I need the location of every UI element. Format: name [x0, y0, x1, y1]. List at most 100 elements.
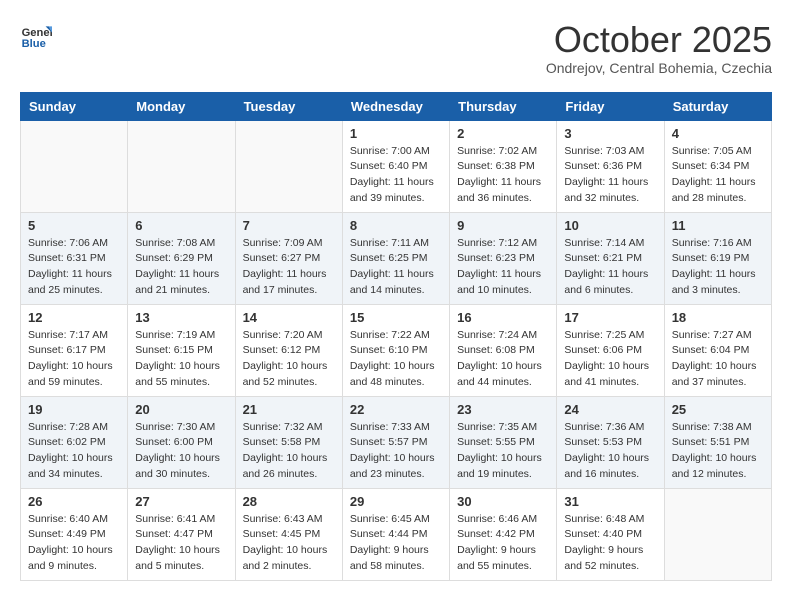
- calendar-cell: [235, 120, 342, 212]
- calendar-cell: 25 Sunrise: 7:38 AMSunset: 5:51 PMDayligh…: [664, 396, 771, 488]
- day-info: Sunrise: 7:08 AMSunset: 6:29 PMDaylight:…: [135, 236, 227, 299]
- calendar-cell: 12 Sunrise: 7:17 AMSunset: 6:17 PMDayligh…: [21, 304, 128, 396]
- day-number: 24: [564, 402, 656, 417]
- calendar-cell: 5 Sunrise: 7:06 AMSunset: 6:31 PMDaylight…: [21, 212, 128, 304]
- calendar-cell: 21 Sunrise: 7:32 AMSunset: 5:58 PMDayligh…: [235, 396, 342, 488]
- calendar-cell: 30 Sunrise: 6:46 AMSunset: 4:42 PMDayligh…: [450, 488, 557, 580]
- day-info: Sunrise: 7:11 AMSunset: 6:25 PMDaylight:…: [350, 236, 442, 299]
- calendar-cell: 14Sunrise: 7:20 AMSunset: 6:12 PMDayligh…: [235, 304, 342, 396]
- week-row-4: 19 Sunrise: 7:28 AMSunset: 6:02 PMDayligh…: [21, 396, 772, 488]
- calendar-table: SundayMondayTuesdayWednesdayThursdayFrid…: [20, 92, 772, 581]
- calendar-cell: 4Sunrise: 7:05 AMSunset: 6:34 PMDaylight…: [664, 120, 771, 212]
- day-info: Sunrise: 7:24 AMSunset: 6:08 PMDaylight:…: [457, 328, 549, 391]
- logo-icon: General Blue: [20, 20, 52, 52]
- day-number: 10: [564, 218, 656, 233]
- calendar-cell: 16 Sunrise: 7:24 AMSunset: 6:08 PMDayligh…: [450, 304, 557, 396]
- calendar-cell: 2Sunrise: 7:02 AMSunset: 6:38 PMDaylight…: [450, 120, 557, 212]
- calendar-cell: 27 Sunrise: 6:41 AMSunset: 4:47 PMDayligh…: [128, 488, 235, 580]
- day-number: 15: [350, 310, 442, 325]
- week-row-5: 26Sunrise: 6:40 AMSunset: 4:49 PMDayligh…: [21, 488, 772, 580]
- day-info: Sunrise: 7:35 AMSunset: 5:55 PMDaylight:…: [457, 420, 549, 483]
- day-number: 7: [243, 218, 335, 233]
- day-number: 27: [135, 494, 227, 509]
- title-block: October 2025 Ondrejov, Central Bohemia, …: [546, 20, 772, 76]
- day-info: Sunrise: 7:14 AMSunset: 6:21 PMDaylight:…: [564, 236, 656, 299]
- day-info: Sunrise: 7:12 AMSunset: 6:23 PMDaylight:…: [457, 236, 549, 299]
- logo: General Blue: [20, 20, 52, 52]
- day-info: Sunrise: 7:03 AMSunset: 6:36 PMDaylight:…: [564, 144, 656, 207]
- day-info: Sunrise: 7:02 AMSunset: 6:38 PMDaylight:…: [457, 144, 549, 207]
- day-number: 30: [457, 494, 549, 509]
- day-info: Sunrise: 7:20 AMSunset: 6:12 PMDaylight:…: [243, 328, 335, 391]
- calendar-cell: 3Sunrise: 7:03 AMSunset: 6:36 PMDaylight…: [557, 120, 664, 212]
- day-info: Sunrise: 7:33 AMSunset: 5:57 PMDaylight:…: [350, 420, 442, 483]
- day-info: Sunrise: 7:16 AMSunset: 6:19 PMDaylight:…: [672, 236, 764, 299]
- day-number: 23: [457, 402, 549, 417]
- calendar-cell: [21, 120, 128, 212]
- svg-text:General: General: [22, 27, 52, 39]
- day-number: 28: [243, 494, 335, 509]
- day-info: Sunrise: 6:45 AMSunset: 4:44 PMDaylight:…: [350, 512, 442, 575]
- day-number: 13: [135, 310, 227, 325]
- day-number: 21: [243, 402, 335, 417]
- day-number: 17: [564, 310, 656, 325]
- day-info: Sunrise: 7:36 AMSunset: 5:53 PMDaylight:…: [564, 420, 656, 483]
- calendar-cell: 18 Sunrise: 7:27 AMSunset: 6:04 PMDayligh…: [664, 304, 771, 396]
- page-header: General Blue October 2025 Ondrejov, Cent…: [20, 20, 772, 76]
- day-info: Sunrise: 6:41 AMSunset: 4:47 PMDaylight:…: [135, 512, 227, 575]
- day-info: Sunrise: 7:30 AMSunset: 6:00 PMDaylight:…: [135, 420, 227, 483]
- calendar-cell: 28Sunrise: 6:43 AMSunset: 4:45 PMDayligh…: [235, 488, 342, 580]
- week-row-2: 5 Sunrise: 7:06 AMSunset: 6:31 PMDaylight…: [21, 212, 772, 304]
- day-number: 5: [28, 218, 120, 233]
- week-row-1: 1Sunrise: 7:00 AMSunset: 6:40 PMDaylight…: [21, 120, 772, 212]
- day-number: 25: [672, 402, 764, 417]
- day-number: 9: [457, 218, 549, 233]
- day-info: Sunrise: 7:09 AMSunset: 6:27 PMDaylight:…: [243, 236, 335, 299]
- calendar-cell: 26Sunrise: 6:40 AMSunset: 4:49 PMDayligh…: [21, 488, 128, 580]
- weekday-header-thursday: Thursday: [450, 92, 557, 120]
- day-info: Sunrise: 7:25 AMSunset: 6:06 PMDaylight:…: [564, 328, 656, 391]
- calendar-cell: 17 Sunrise: 7:25 AMSunset: 6:06 PMDayligh…: [557, 304, 664, 396]
- day-info: Sunrise: 7:17 AMSunset: 6:17 PMDaylight:…: [28, 328, 120, 391]
- calendar-cell: 22Sunrise: 7:33 AMSunset: 5:57 PMDayligh…: [342, 396, 449, 488]
- calendar-cell: 19 Sunrise: 7:28 AMSunset: 6:02 PMDayligh…: [21, 396, 128, 488]
- day-info: Sunrise: 7:22 AMSunset: 6:10 PMDaylight:…: [350, 328, 442, 391]
- day-number: 18: [672, 310, 764, 325]
- location: Ondrejov, Central Bohemia, Czechia: [546, 60, 772, 76]
- day-number: 26: [28, 494, 120, 509]
- calendar-cell: 9 Sunrise: 7:12 AMSunset: 6:23 PMDaylight…: [450, 212, 557, 304]
- calendar-cell: 29 Sunrise: 6:45 AMSunset: 4:44 PMDayligh…: [342, 488, 449, 580]
- weekday-header-tuesday: Tuesday: [235, 92, 342, 120]
- day-number: 29: [350, 494, 442, 509]
- day-number: 19: [28, 402, 120, 417]
- day-info: Sunrise: 7:00 AMSunset: 6:40 PMDaylight:…: [350, 144, 442, 207]
- weekday-header-wednesday: Wednesday: [342, 92, 449, 120]
- day-info: Sunrise: 6:48 AMSunset: 4:40 PMDaylight:…: [564, 512, 656, 575]
- weekday-header-saturday: Saturday: [664, 92, 771, 120]
- day-info: Sunrise: 7:06 AMSunset: 6:31 PMDaylight:…: [28, 236, 120, 299]
- calendar-cell: 31 Sunrise: 6:48 AMSunset: 4:40 PMDayligh…: [557, 488, 664, 580]
- day-info: Sunrise: 6:46 AMSunset: 4:42 PMDaylight:…: [457, 512, 549, 575]
- calendar-cell: 23 Sunrise: 7:35 AMSunset: 5:55 PMDayligh…: [450, 396, 557, 488]
- day-number: 20: [135, 402, 227, 417]
- day-number: 8: [350, 218, 442, 233]
- day-number: 6: [135, 218, 227, 233]
- calendar-cell: 13Sunrise: 7:19 AMSunset: 6:15 PMDayligh…: [128, 304, 235, 396]
- svg-text:Blue: Blue: [22, 38, 46, 50]
- calendar-cell: 7 Sunrise: 7:09 AMSunset: 6:27 PMDaylight…: [235, 212, 342, 304]
- calendar-cell: 20 Sunrise: 7:30 AMSunset: 6:00 PMDayligh…: [128, 396, 235, 488]
- month-title: October 2025: [546, 20, 772, 60]
- day-number: 12: [28, 310, 120, 325]
- day-number: 31: [564, 494, 656, 509]
- weekday-header-monday: Monday: [128, 92, 235, 120]
- day-info: Sunrise: 7:32 AMSunset: 5:58 PMDaylight:…: [243, 420, 335, 483]
- day-info: Sunrise: 7:38 AMSunset: 5:51 PMDaylight:…: [672, 420, 764, 483]
- weekday-header-row: SundayMondayTuesdayWednesdayThursdayFrid…: [21, 92, 772, 120]
- calendar-cell: 6 Sunrise: 7:08 AMSunset: 6:29 PMDaylight…: [128, 212, 235, 304]
- day-number: 16: [457, 310, 549, 325]
- day-info: Sunrise: 7:27 AMSunset: 6:04 PMDaylight:…: [672, 328, 764, 391]
- calendar-cell: 10 Sunrise: 7:14 AMSunset: 6:21 PMDayligh…: [557, 212, 664, 304]
- calendar-cell: 8 Sunrise: 7:11 AMSunset: 6:25 PMDaylight…: [342, 212, 449, 304]
- week-row-3: 12 Sunrise: 7:17 AMSunset: 6:17 PMDayligh…: [21, 304, 772, 396]
- day-info: Sunrise: 7:28 AMSunset: 6:02 PMDaylight:…: [28, 420, 120, 483]
